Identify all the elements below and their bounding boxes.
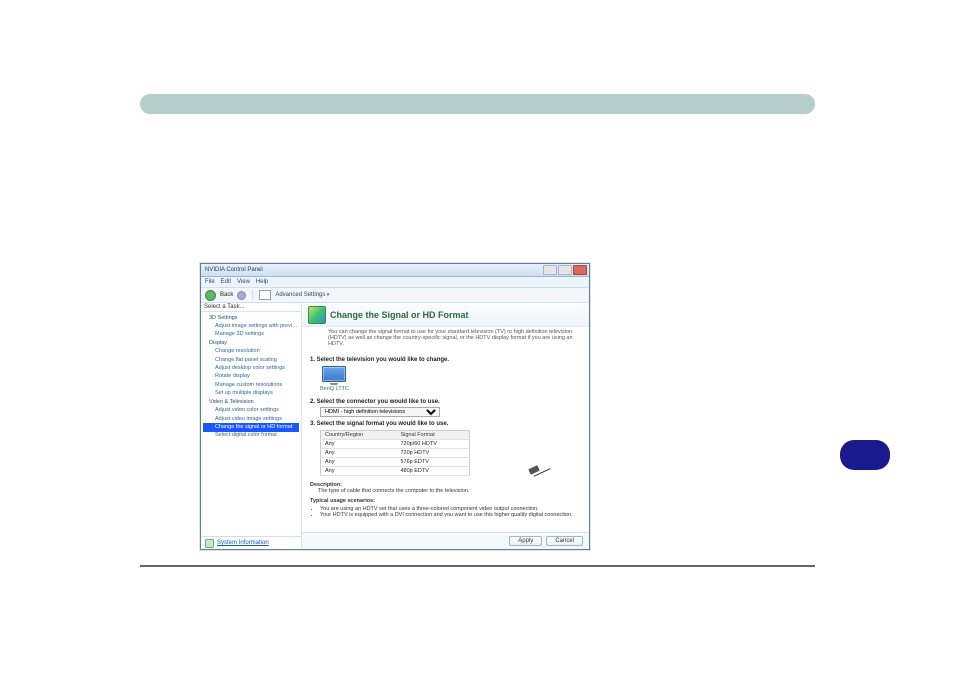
table-cell-country: Any (321, 458, 397, 467)
apply-button[interactable]: Apply (509, 536, 542, 546)
connector-select-row: HDMI - high definition televisions (320, 407, 581, 417)
table-row[interactable]: Any576p EDTV (321, 458, 470, 467)
step2-label: 2. Select the connector you would like t… (310, 399, 581, 405)
sidebar-header: Select a Task... (201, 303, 301, 312)
sidebar-item[interactable]: Adjust video image settings (203, 415, 299, 423)
page-header-icon (308, 306, 326, 324)
page-subtitle: You can change the signal format to use … (302, 327, 589, 351)
sidebar-item[interactable]: Display (203, 339, 299, 347)
forward-icon[interactable] (237, 291, 246, 300)
content-body: 1. Select the television you would like … (302, 351, 589, 532)
table-cell-format: 576p EDTV (396, 458, 469, 467)
page-accent-bar (140, 94, 815, 114)
page-divider (140, 565, 815, 567)
advanced-settings-dropdown[interactable]: Advanced Settings (275, 292, 329, 298)
menu-help[interactable]: Help (256, 279, 268, 285)
sidebar-item[interactable]: Select digital color format (203, 432, 299, 440)
window-controls (543, 265, 587, 275)
sidebar-item[interactable]: Adjust video color settings (203, 407, 299, 415)
minimize-button[interactable] (543, 265, 557, 275)
table-cell-format: 480p EDTV (396, 467, 469, 476)
statusbar: System Information (201, 536, 301, 549)
table-cell-country: Any (321, 467, 397, 476)
connector-illustration (525, 463, 549, 479)
television-item[interactable]: BenQ LTTC (320, 366, 349, 392)
step1-label: 1. Select the television you would like … (310, 357, 581, 363)
toolbar-separator (252, 290, 253, 300)
sidebar-item[interactable]: 3D Settings (203, 314, 299, 322)
television-caption: BenQ LTTC (320, 386, 349, 392)
table-row[interactable]: Any720p/60 HDTV (321, 440, 470, 449)
usage-bullets: You are using an HDTV set that uses a th… (320, 506, 581, 518)
back-button-label[interactable]: Back (220, 292, 233, 298)
menu-file[interactable]: File (205, 279, 215, 285)
back-icon[interactable] (205, 290, 216, 301)
sidebar-item[interactable]: Video & Television (203, 398, 299, 406)
cancel-button[interactable]: Cancel (546, 536, 583, 546)
sidebar-item[interactable]: Set up multiple displays (203, 390, 299, 398)
table-row[interactable]: Any720p HDTV (321, 449, 470, 458)
table-header-country[interactable]: Country/Region (321, 431, 397, 440)
connector-select[interactable]: HDMI - high definition televisions (320, 407, 440, 417)
task-sidebar: Select a Task... 3D SettingsAdjust image… (201, 303, 302, 549)
sidebar-item[interactable]: Adjust desktop color settings (203, 365, 299, 373)
step3-label: 3. Select the signal format you would li… (310, 421, 581, 427)
sidebar-item[interactable]: Manage custom resolutions (203, 381, 299, 389)
content-header: Change the Signal or HD Format (302, 303, 589, 327)
sidebar-tree: 3D SettingsAdjust image settings with pr… (201, 312, 301, 536)
signal-format-table[interactable]: Country/Region Signal Format Any720p/60 … (320, 430, 470, 476)
sidebar-item[interactable]: Adjust image settings with preview (203, 322, 299, 330)
table-cell-format: 720p/60 HDTV (396, 440, 469, 449)
monitor-icon (322, 366, 346, 382)
sidebar-item[interactable]: Change flat panel scaling (203, 356, 299, 364)
maximize-button[interactable] (558, 265, 572, 275)
table-cell-country: Any (321, 440, 397, 449)
dialog-button-row: Apply Cancel (302, 532, 589, 549)
system-information-link[interactable]: System Information (217, 540, 269, 546)
usage-bullet: Your HDTV is equipped with a DVI connect… (320, 512, 581, 518)
menu-edit[interactable]: Edit (221, 279, 231, 285)
usage-title: Typical usage scenarios: (310, 498, 581, 504)
system-info-icon (205, 539, 214, 548)
close-button[interactable] (573, 265, 587, 275)
nvidia-control-panel-window: NVIDIA Control Panel File Edit View Help… (200, 263, 590, 550)
menu-view[interactable]: View (237, 279, 250, 285)
monitor-stand-icon (330, 383, 338, 385)
content-panel: Change the Signal or HD Format You can c… (302, 303, 589, 549)
workarea: Select a Task... 3D SettingsAdjust image… (201, 303, 589, 549)
table-header-format[interactable]: Signal Format (396, 431, 469, 440)
sidebar-item[interactable]: Change the signal or HD format (203, 423, 299, 431)
page-title: Change the Signal or HD Format (330, 310, 469, 320)
page-side-pill (840, 440, 890, 470)
menubar: File Edit View Help (201, 277, 589, 288)
sidebar-item[interactable]: Change resolution (203, 348, 299, 356)
window-title: NVIDIA Control Panel (203, 267, 263, 273)
sidebar-item[interactable]: Manage 3D settings (203, 331, 299, 339)
description-block: Description: The type of cable that conn… (310, 482, 581, 518)
description-text: The type of cable that connects the comp… (310, 488, 581, 494)
table-cell-country: Any (321, 449, 397, 458)
sidebar-item[interactable]: Rotate display (203, 373, 299, 381)
table-row[interactable]: Any480p EDTV (321, 467, 470, 476)
toolbar: Back Advanced Settings (201, 288, 589, 303)
layout-toggle-icon[interactable] (259, 290, 271, 300)
window-titlebar: NVIDIA Control Panel (201, 264, 589, 277)
table-cell-format: 720p HDTV (396, 449, 469, 458)
